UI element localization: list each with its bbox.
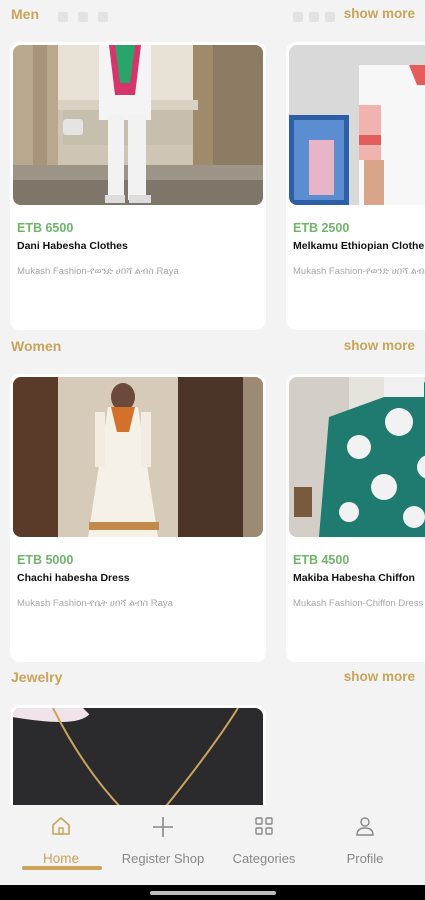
product-row-women[interactable]: ETB 5000 Chachi habesha Dress Mukash Fas… — [0, 374, 425, 664]
bottom-navigation: Home Register Shop Categories Profile — [0, 805, 425, 885]
nav-label: Home — [42, 851, 79, 866]
nav-register-shop[interactable]: Register Shop — [112, 805, 214, 885]
nav-home[interactable]: Home — [10, 805, 112, 885]
show-more-button[interactable]: show more — [344, 6, 415, 21]
product-card[interactable]: ETB 5000 Chachi habesha Dress Mukash Fas… — [10, 374, 266, 662]
nav-label: Register Shop — [121, 851, 205, 866]
product-image — [13, 708, 263, 810]
product-image — [13, 45, 263, 205]
product-card[interactable]: ETB 2500 Melkamu Ethiopian Clothe Mukash… — [286, 42, 425, 330]
product-card[interactable]: ETB 4500 Makiba Habesha Chiffon Mukash F… — [286, 374, 425, 662]
profile-icon — [354, 815, 376, 842]
section-header-men: Men show more — [11, 6, 415, 28]
product-shop: Mukash Fashion-Chiffon Dress — [293, 598, 424, 609]
product-card[interactable] — [10, 705, 266, 810]
nav-label: Profile — [346, 851, 384, 866]
home-icon — [50, 815, 72, 842]
categories-icon — [253, 815, 275, 842]
section-title: Jewelry — [11, 669, 63, 685]
product-shop: Mukash Fashion-የሴት ሀበሻ ልብስ Raya — [17, 598, 173, 609]
plus-icon — [151, 815, 175, 844]
nav-label: Categories — [232, 851, 296, 866]
show-more-button[interactable]: show more — [344, 669, 415, 684]
product-image — [289, 45, 425, 205]
product-name: Dani Habesha Clothes — [17, 240, 128, 252]
product-card[interactable]: ETB 6500 Dani Habesha Clothes Mukash Fas… — [10, 42, 266, 330]
product-price: ETB 2500 — [293, 221, 350, 235]
product-name: Melkamu Ethiopian Clothe — [293, 240, 425, 252]
section-title: Men — [11, 6, 39, 22]
product-row-men[interactable]: ETB 6500 Dani Habesha Clothes Mukash Fas… — [0, 42, 425, 332]
product-image — [289, 377, 425, 537]
active-tab-indicator — [22, 866, 102, 870]
section-header-women: Women show more — [11, 338, 415, 360]
show-more-button[interactable]: show more — [344, 338, 415, 353]
product-shop: Mukash Fashion-የወንድ ሀበሻ ልብስ Raya — [17, 266, 179, 277]
product-image — [13, 377, 263, 537]
gesture-handle[interactable] — [150, 891, 276, 895]
product-price: ETB 5000 — [17, 553, 74, 567]
product-price: ETB 6500 — [17, 221, 74, 235]
nav-categories[interactable]: Categories — [214, 805, 314, 885]
product-name: Makiba Habesha Chiffon — [293, 572, 415, 584]
product-shop: Mukash Fashion-የወንድ ሀበሻ ልብስ ዴሴ dese — [293, 266, 425, 277]
section-title: Women — [11, 338, 62, 354]
section-header-jewelry: Jewelry show more — [11, 669, 415, 691]
product-price: ETB 4500 — [293, 553, 350, 567]
nav-profile[interactable]: Profile — [314, 805, 416, 885]
product-name: Chachi habesha Dress — [17, 572, 130, 584]
